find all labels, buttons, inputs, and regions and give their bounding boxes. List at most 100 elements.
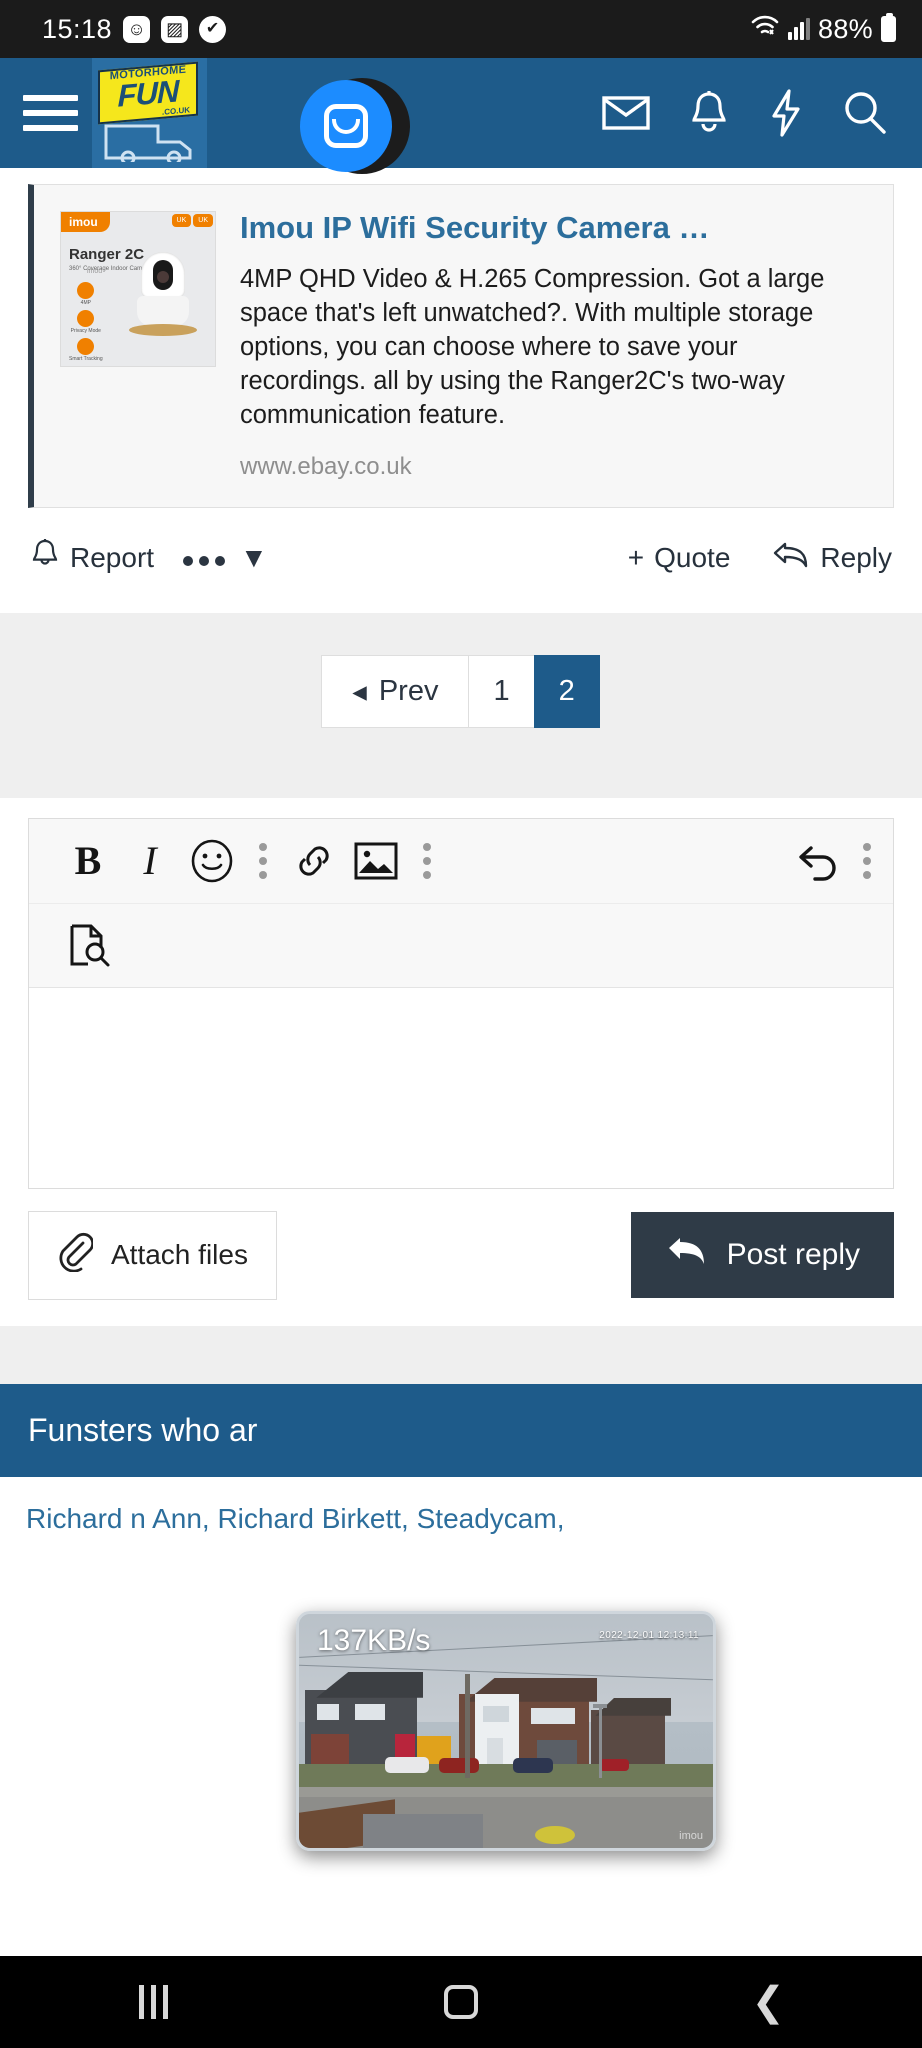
pip-car [385, 1757, 429, 1774]
home-icon[interactable] [401, 1956, 521, 2048]
pip-grass [299, 1763, 713, 1788]
reply-button[interactable]: Reply [772, 540, 892, 577]
logo-van-icon [104, 124, 192, 162]
link-button[interactable] [283, 830, 345, 892]
thumb-badge-left: UK [171, 214, 192, 227]
viewers-heading-bar: Funsters who ar [0, 1383, 922, 1477]
status-right-cluster: 88% [750, 13, 896, 46]
chat-head-face-icon [324, 104, 368, 148]
pip-window [531, 1707, 575, 1724]
image-badge-icon: ▨ [161, 15, 189, 43]
quote-button[interactable]: + Quote [628, 542, 731, 574]
insert-image-button[interactable] [345, 830, 407, 892]
post-reply-label: Post reply [726, 1238, 860, 1271]
pip-street-lamp [599, 1703, 602, 1778]
thumb-feature-label: Privacy Mode [70, 328, 101, 334]
plus-icon: + [627, 542, 645, 573]
pagination-section: ◂ Prev 1 2 [0, 612, 922, 798]
search-icon[interactable] [842, 90, 888, 136]
reply-text-area[interactable] [29, 987, 893, 1188]
viewers-heading: Funsters who ar [28, 1411, 258, 1448]
pagination-nav: ◂ Prev 1 2 [321, 654, 600, 728]
chevron-down-icon: ▼ [240, 542, 268, 573]
bell-icon[interactable] [688, 90, 730, 136]
thumb-watermark: imou [87, 268, 103, 275]
recents-icon[interactable] [94, 1956, 214, 2048]
editor-toolbar: B I [29, 818, 893, 988]
report-button[interactable]: Report [30, 538, 154, 579]
back-icon[interactable]: ❮ [708, 1956, 828, 2048]
undo-button[interactable] [785, 830, 847, 892]
pip-foreground-fence [363, 1814, 483, 1848]
pagination-page-1[interactable]: 1 [468, 654, 535, 728]
bell-icon [30, 538, 60, 579]
motorhome-fun-logo[interactable]: MOTORHOME FUN .CO.UK [92, 58, 207, 168]
chat-head-bubble[interactable] [300, 80, 392, 172]
reply-editor-wrapper: B I [0, 798, 922, 1189]
pip-car [439, 1758, 479, 1774]
check-circle-icon: ✔ [199, 15, 227, 43]
post-actions-row: Report ▼ + Quote Reply [0, 508, 922, 613]
link-preview-thumbnail: imou UK UK Ranger 2C 360° Coverage Indoo… [60, 211, 216, 367]
pagination-page-2[interactable]: 2 [533, 654, 600, 728]
pip-car [599, 1758, 629, 1771]
site-header: MOTORHOME FUN .CO.UK [0, 58, 922, 168]
thumb-badges: UK UK [171, 214, 213, 227]
more-options-2[interactable] [423, 842, 431, 879]
editor-toolbar-row-2 [29, 902, 893, 987]
pip-wall [311, 1733, 349, 1764]
lightning-icon[interactable] [768, 89, 804, 137]
caret-left-icon: ◂ [352, 675, 367, 708]
paperclip-icon [57, 1232, 95, 1279]
viewers-list[interactable]: Richard n Ann, Richard Birkett, Steadyca… [0, 1477, 922, 1535]
thumb-feature-item: Smart Tracking [69, 338, 103, 362]
preview-document-button[interactable] [57, 914, 119, 976]
pip-house-far [591, 1709, 665, 1764]
thumb-feature-item: 4MP [69, 282, 103, 306]
floating-chat-head[interactable] [300, 72, 410, 180]
link-preview-card[interactable]: imou UK UK Ranger 2C 360° Coverage Indoo… [28, 184, 894, 508]
reply-arrow-icon [772, 540, 810, 577]
signal-bars-icon [788, 18, 811, 40]
thumb-feature-list: 4MP Privacy Mode Smart Tracking [69, 282, 103, 362]
pip-watermark: imou [679, 1830, 703, 1842]
link-preview-description: 4MP QHD Video & H.265 Compression. Got a… [240, 264, 825, 430]
thumb-badge-right: UK [193, 214, 213, 227]
section-divider-band [0, 1325, 922, 1384]
pagination-prev-button[interactable]: ◂ Prev [321, 654, 470, 728]
emoji-button[interactable] [181, 830, 243, 892]
reply-arrow-icon [665, 1234, 709, 1276]
more-options-3[interactable] [863, 842, 871, 879]
thumb-brand-tag: imou [61, 212, 110, 232]
more-options-1[interactable] [259, 842, 267, 879]
pip-timestamp: 2022-12-01 12:13:11 [599, 1630, 699, 1641]
status-clock: 15:18 [42, 13, 113, 44]
pip-flowers [535, 1826, 575, 1844]
mail-icon[interactable] [602, 94, 650, 132]
link-preview-wrapper: imou UK UK Ranger 2C 360° Coverage Indoo… [0, 168, 922, 508]
pip-window [483, 1705, 509, 1722]
pagination-prev-label: Prev [378, 674, 439, 707]
editor-submit-row: Attach files Post reply [0, 1189, 922, 1326]
status-left-cluster: 15:18 ☺ ▨ ✔ [42, 13, 227, 45]
reply-editor: B I [28, 817, 894, 1189]
hamburger-menu-icon[interactable] [0, 95, 92, 131]
smiley-badge-icon: ☺ [123, 15, 151, 43]
page-content: imou UK UK Ranger 2C 360° Coverage Indoo… [0, 168, 922, 1535]
italic-button[interactable]: I [119, 830, 181, 892]
pip-camera-window[interactable]: 137KB/s 2022-12-01 12:13:11 imou [296, 1611, 716, 1851]
pip-bitrate-label: 137KB/s [317, 1624, 431, 1657]
pip-door [487, 1737, 503, 1764]
more-dots-icon [182, 542, 226, 574]
editor-toolbar-row-1: B I [29, 819, 893, 903]
bold-button[interactable]: B [57, 830, 119, 892]
wifi-icon [750, 13, 780, 46]
thumb-camera-image [127, 252, 199, 344]
logo-flag: MOTORHOME FUN .CO.UK [98, 61, 198, 125]
reply-label: Reply [820, 542, 892, 573]
post-reply-button[interactable]: Post reply [630, 1212, 894, 1298]
attach-files-button[interactable]: Attach files [28, 1210, 277, 1300]
more-actions-button[interactable]: ▼ [182, 542, 268, 574]
pip-window [317, 1703, 339, 1720]
link-preview-title[interactable]: Imou IP Wifi Security Camera … [240, 211, 869, 246]
